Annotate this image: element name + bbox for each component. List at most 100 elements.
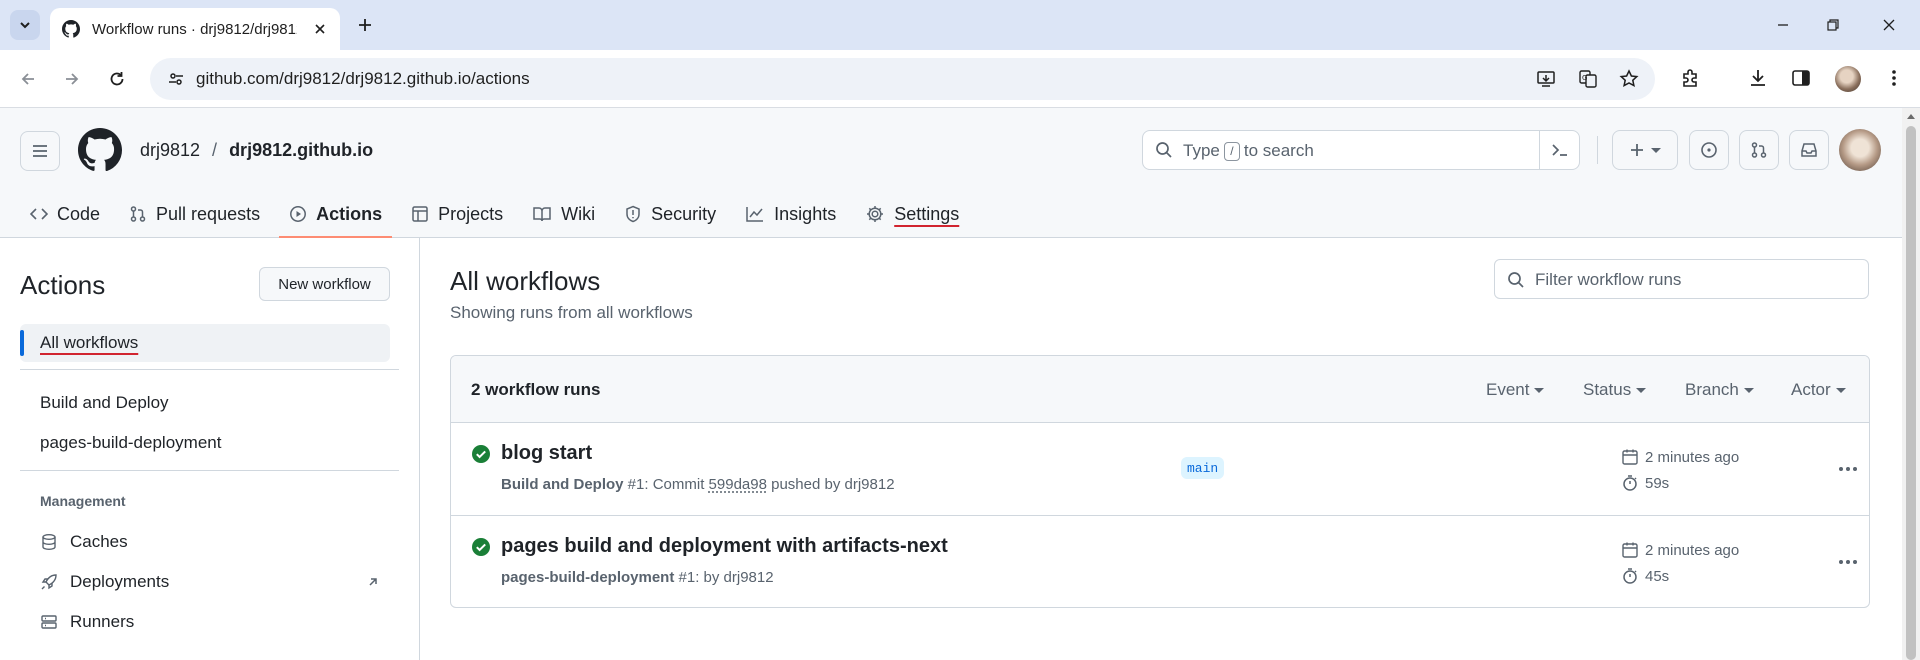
server-icon: [41, 615, 57, 629]
restore-button[interactable]: [1820, 12, 1846, 38]
sidebar-title: Actions: [20, 270, 106, 300]
search-icon: [1508, 272, 1524, 288]
run-actions-menu[interactable]: [1831, 546, 1865, 578]
tab-settings[interactable]: Settings: [855, 190, 969, 238]
sidebar-item-label: Runners: [70, 612, 135, 631]
github-logo-icon[interactable]: [78, 128, 122, 172]
browser-menu-icon[interactable]: [1880, 64, 1908, 92]
workflow-run-row[interactable]: blog start Build and Deploy #1: Commit 5…: [451, 423, 1869, 515]
address-bar[interactable]: github.com/drj9812/drj9812.github.io/act…: [150, 58, 1655, 100]
chevron-down-icon: [1534, 387, 1545, 393]
sidebar-item-pages-build-deployment[interactable]: pages-build-deployment: [40, 433, 221, 453]
global-search-input[interactable]: Type / to search: [1142, 130, 1580, 170]
tab-projects[interactable]: Projects: [401, 190, 513, 238]
git-pull-request-icon: [1751, 142, 1767, 158]
tab-actions[interactable]: Actions: [279, 190, 393, 238]
minimize-button[interactable]: [1770, 12, 1796, 38]
browser-profile-avatar[interactable]: [1835, 66, 1861, 92]
arrow-right-icon: [66, 73, 79, 85]
site-info-icon[interactable]: [166, 69, 186, 89]
tab-code-label: Code: [57, 203, 101, 224]
sidebar-item-all-workflows[interactable]: All workflows: [20, 324, 390, 362]
inbox-button[interactable]: [1789, 130, 1829, 170]
reload-button[interactable]: [102, 64, 132, 94]
tab-settings-label: Settings: [894, 203, 960, 224]
scroll-up-arrow-icon[interactable]: [1907, 114, 1915, 119]
create-new-button[interactable]: [1612, 130, 1678, 170]
run-duration-text: 59s: [1645, 474, 1670, 492]
event-filter[interactable]: Event: [1486, 380, 1545, 400]
browser-tab-active[interactable]: Workflow runs · drj9812/drj9812.github.i…: [50, 8, 340, 50]
bookmark-star-icon[interactable]: [1618, 68, 1640, 90]
table-icon: [412, 206, 428, 222]
status-filter[interactable]: Status: [1583, 380, 1647, 400]
run-meta-mid: #1: by drj9812: [674, 569, 774, 586]
run-title[interactable]: pages build and deployment with artifact…: [501, 535, 948, 558]
user-avatar[interactable]: [1839, 129, 1881, 171]
run-actions-menu[interactable]: [1831, 453, 1865, 485]
kebab-horizontal-icon: [1839, 560, 1857, 564]
owner-link[interactable]: drj9812: [140, 140, 200, 161]
sidebar-item-build-and-deploy[interactable]: Build and Deploy: [40, 393, 169, 413]
breadcrumb-separator: /: [212, 140, 218, 160]
terminal-icon: [1551, 144, 1567, 156]
repo-link[interactable]: drj9812.github.io: [229, 140, 373, 161]
check-circle-icon: [472, 445, 490, 463]
side-panel-icon[interactable]: [1787, 64, 1815, 92]
tab-pull-requests-label: Pull requests: [156, 203, 261, 224]
forward-button[interactable]: [57, 64, 87, 94]
downloads-icon[interactable]: [1744, 64, 1772, 92]
plus-icon: [359, 19, 371, 31]
sidebar-item-runners[interactable]: Runners: [40, 612, 380, 632]
tab-close-button[interactable]: [310, 19, 330, 39]
global-nav-menu-button[interactable]: [20, 131, 60, 171]
run-title[interactable]: blog start: [501, 442, 592, 465]
scrollbar-thumb[interactable]: [1906, 126, 1916, 660]
sidebar-divider: [20, 470, 399, 471]
tab-insights-label: Insights: [774, 203, 837, 224]
close-icon: [315, 24, 325, 34]
shield-icon: [626, 205, 640, 223]
chevron-down-icon: [20, 22, 30, 29]
command-palette-button[interactable]: [1539, 131, 1579, 169]
back-button[interactable]: [13, 64, 43, 94]
translate-icon[interactable]: G: [1577, 68, 1599, 90]
pull-requests-button[interactable]: [1739, 130, 1779, 170]
new-tab-button[interactable]: [352, 12, 378, 38]
close-icon: [1883, 19, 1895, 31]
tab-code[interactable]: Code: [20, 190, 110, 238]
tab-insights[interactable]: Insights: [735, 190, 846, 238]
run-duration-text: 45s: [1645, 567, 1670, 585]
browser-toolbar: github.com/drj9812/drj9812.github.io/act…: [0, 50, 1920, 108]
extensions-icon[interactable]: [1677, 64, 1705, 92]
new-workflow-button[interactable]: New workflow: [259, 267, 390, 301]
install-app-icon[interactable]: [1535, 68, 1557, 90]
sidebar-item-deployments[interactable]: Deployments: [40, 572, 380, 592]
filter-workflow-runs-input[interactable]: Filter workflow runs: [1494, 259, 1869, 299]
tab-search-button[interactable]: [10, 10, 40, 40]
branch-label[interactable]: main: [1181, 457, 1225, 479]
workflow-run-row[interactable]: pages build and deployment with artifact…: [451, 515, 1869, 607]
commit-sha-link[interactable]: 599da98: [709, 476, 767, 493]
tab-security[interactable]: Security: [614, 190, 726, 238]
close-window-button[interactable]: [1876, 12, 1902, 38]
run-duration: 59s: [1621, 474, 1669, 492]
rocket-icon: [41, 574, 57, 590]
page-scrollbar[interactable]: [1902, 108, 1920, 660]
chevron-down-icon: [1651, 147, 1661, 153]
database-icon: [42, 534, 56, 551]
issues-button[interactable]: [1689, 130, 1729, 170]
stopwatch-icon: [1623, 568, 1637, 584]
repo-navigation: Code Pull requests Actions Projects Wiki…: [0, 190, 978, 238]
tab-pull-requests[interactable]: Pull requests: [119, 190, 270, 238]
actor-filter[interactable]: Actor: [1791, 380, 1846, 400]
inbox-icon: [1801, 143, 1817, 157]
sidebar-item-caches[interactable]: Caches: [40, 532, 380, 552]
kebab-horizontal-icon: [1839, 467, 1857, 471]
status-filter-label: Status: [1583, 380, 1632, 399]
branch-filter[interactable]: Branch: [1685, 380, 1754, 400]
code-icon: [30, 208, 48, 220]
run-meta-mid: #1: Commit: [623, 476, 709, 493]
tab-wiki[interactable]: Wiki: [522, 190, 605, 238]
run-workflow-name: Build and Deploy: [501, 476, 624, 493]
